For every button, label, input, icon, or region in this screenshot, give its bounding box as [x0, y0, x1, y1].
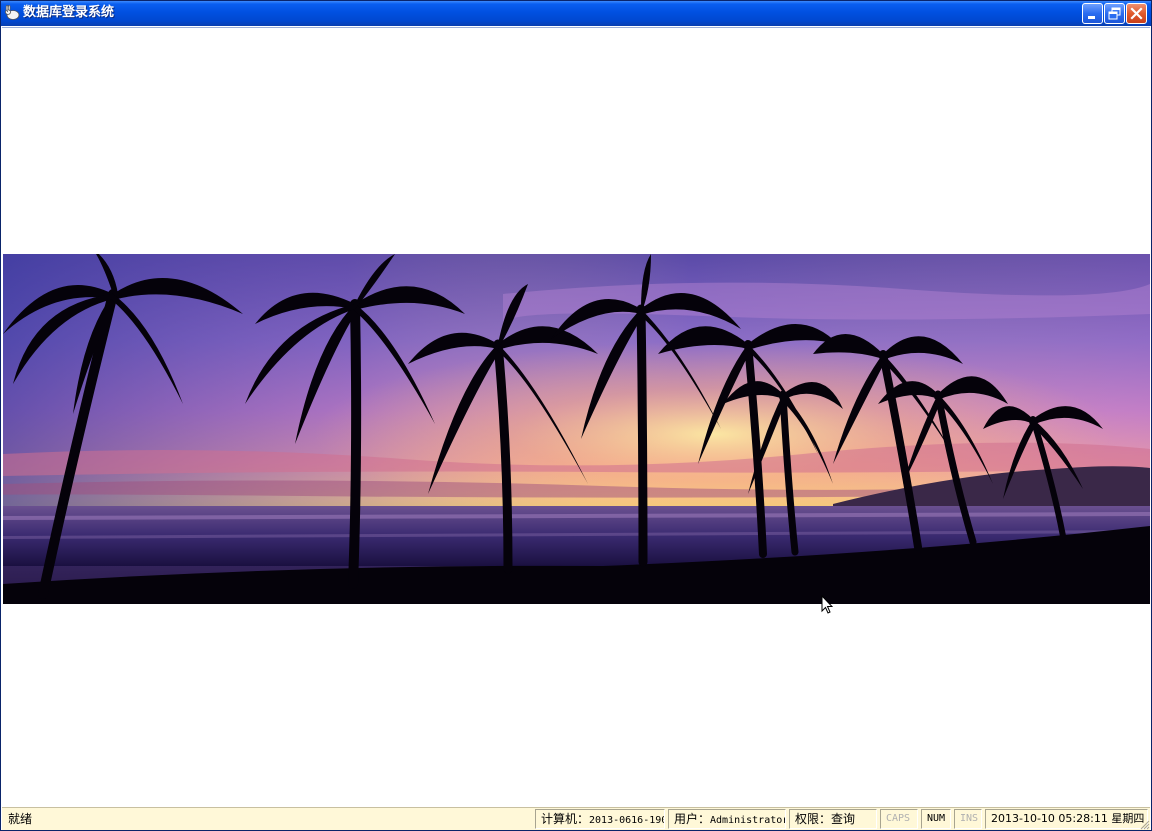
computer-label: 计算机： [541, 812, 590, 826]
status-caps: CAPS [880, 809, 918, 829]
status-ins: INS [954, 809, 982, 829]
rabbit-icon[interactable] [4, 4, 20, 21]
minimize-icon [1088, 16, 1095, 19]
main-window: 数据库登录系统 就绪 计算机：2013-0616-190 用户：Administ… [0, 0, 1152, 831]
status-permission: 权限：查询 [789, 809, 877, 829]
status-computer: 计算机：2013-0616-190 [535, 809, 665, 829]
restore-icon [1108, 7, 1121, 20]
permission-value: 查询 [831, 812, 856, 826]
title-bar[interactable]: 数据库登录系统 [1, 1, 1151, 26]
client-area [2, 27, 1150, 808]
restore-button[interactable] [1104, 3, 1125, 24]
computer-value: 2013-0616-190 [589, 815, 665, 826]
status-bar: 就绪 计算机：2013-0616-190 用户：Administrator 权限… [2, 807, 1150, 830]
user-label: 用户： [674, 812, 711, 826]
user-value: Administrator [710, 815, 786, 826]
close-icon [1130, 7, 1143, 20]
close-button[interactable] [1126, 3, 1147, 24]
window-title: 数据库登录系统 [23, 5, 115, 20]
resize-grip-icon[interactable] [1138, 818, 1150, 830]
status-ready: 就绪 [8, 812, 33, 826]
mouse-cursor-icon [821, 595, 833, 614]
status-user: 用户：Administrator [668, 809, 786, 829]
palm-sunset-image [3, 254, 1150, 604]
status-datetime: 2013-10-10 05:28:11 星期四 [985, 809, 1148, 829]
permission-label: 权限： [795, 812, 832, 826]
status-num: NUM [921, 809, 951, 829]
minimize-button[interactable] [1082, 3, 1103, 24]
